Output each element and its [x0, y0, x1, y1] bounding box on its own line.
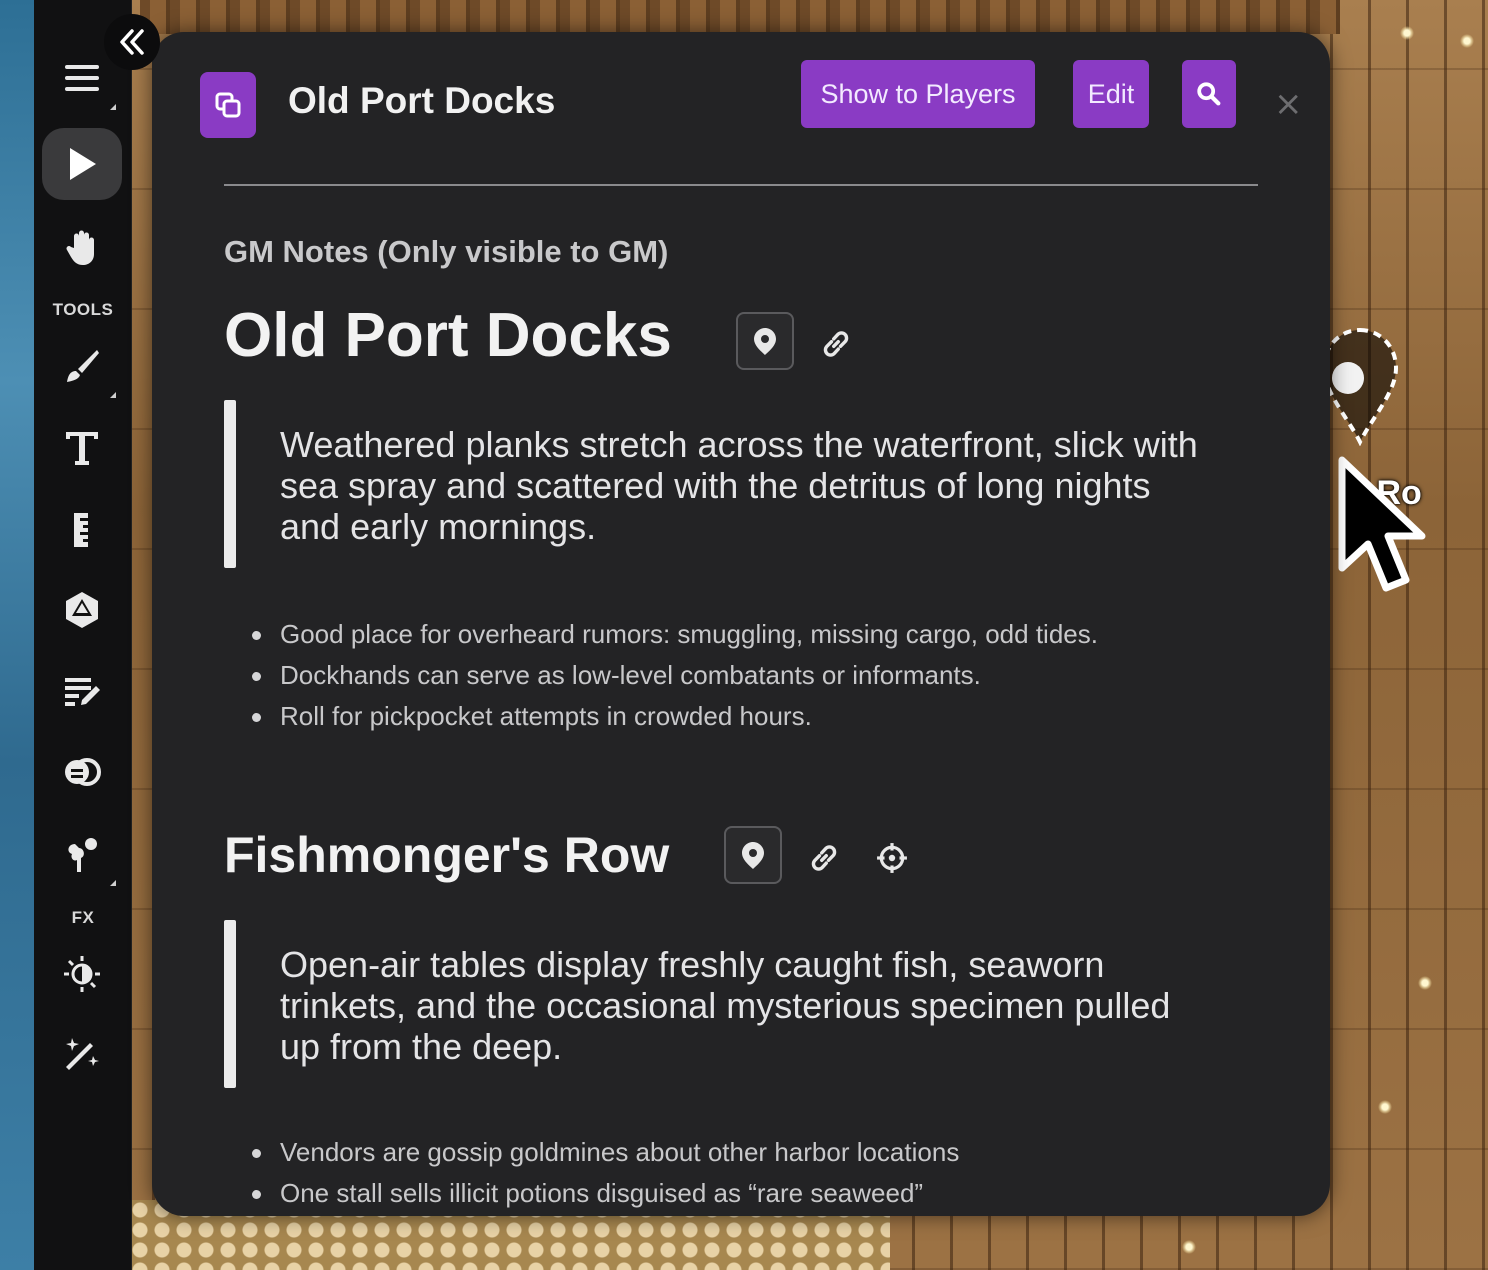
map-light [1400, 26, 1414, 40]
search-button[interactable] [1182, 60, 1236, 128]
close-button[interactable]: × [1274, 87, 1303, 121]
location-notes-panel: Old Port Docks Show to Players Edit × GM… [152, 32, 1330, 1216]
location-pin-icon [742, 842, 764, 869]
text-icon[interactable] [42, 412, 122, 484]
dice-icon[interactable] [42, 574, 122, 646]
map-light [1418, 976, 1432, 990]
list-item: Roll for pickpocket attempts in crowded … [248, 696, 1248, 737]
fog-icon[interactable] [42, 736, 122, 808]
show-to-players-button[interactable]: Show to Players [801, 60, 1035, 128]
list-item: Vendors are gossip goldmines about other… [248, 1132, 1248, 1173]
list-item: Dockhands can serve as low-level combata… [248, 655, 1248, 696]
lighting-icon[interactable] [42, 938, 122, 1010]
double-chevron-left-icon [120, 29, 144, 55]
crosshair-icon[interactable] [872, 838, 912, 878]
notes-edit-icon[interactable] [42, 654, 122, 726]
link-icon[interactable] [804, 838, 844, 878]
panel-title: Old Port Docks [288, 80, 556, 121]
edit-button[interactable]: Edit [1073, 60, 1149, 128]
fx-particles-icon[interactable] [42, 818, 122, 890]
gm-notes-label: GM Notes (Only visible to GM) [224, 234, 669, 269]
search-icon [1197, 82, 1221, 106]
list-item: Good place for overheard rumors: smuggli… [248, 614, 1248, 655]
blockquote-bar [224, 400, 236, 568]
left-toolbar: TOOLS FX [34, 0, 132, 1270]
location-pin-button[interactable] [724, 826, 782, 884]
collapse-toolbar-button[interactable] [104, 14, 160, 70]
gm-bullet-list: Vendors are gossip goldmines about other… [248, 1132, 1248, 1214]
mouse-cursor-icon [1338, 456, 1426, 592]
brush-icon[interactable] [42, 330, 122, 402]
magic-wand-icon[interactable] [42, 1018, 122, 1090]
ruler-icon[interactable] [42, 494, 122, 566]
location-description: Open-air tables display freshly caught f… [280, 944, 1171, 1067]
location-pin-icon [754, 328, 776, 355]
map-light [1460, 34, 1474, 48]
notes-type-icon[interactable] [200, 72, 256, 138]
section-heading: Old Port Docks [224, 301, 672, 370]
location-description: Weathered planks stretch across the wate… [280, 424, 1198, 547]
link-icon[interactable] [816, 324, 856, 364]
map-location-pin-icon[interactable] [1322, 326, 1398, 446]
map-dock-edge [140, 0, 1340, 34]
fx-section-label: FX [71, 908, 95, 927]
header-divider [224, 184, 1258, 186]
map-light [1182, 1240, 1196, 1254]
gm-bullet-list: Good place for overheard rumors: smuggli… [248, 614, 1248, 737]
list-item: One stall sells illicit potions disguise… [248, 1173, 1248, 1214]
blockquote-bar [224, 920, 236, 1088]
tools-section-label: TOOLS [52, 300, 114, 319]
pointer-icon[interactable] [42, 128, 122, 200]
section-heading: Fishmonger's Row [224, 827, 670, 883]
hand-icon[interactable] [42, 212, 122, 284]
map-light [1378, 1100, 1392, 1114]
location-pin-button[interactable] [736, 312, 794, 370]
